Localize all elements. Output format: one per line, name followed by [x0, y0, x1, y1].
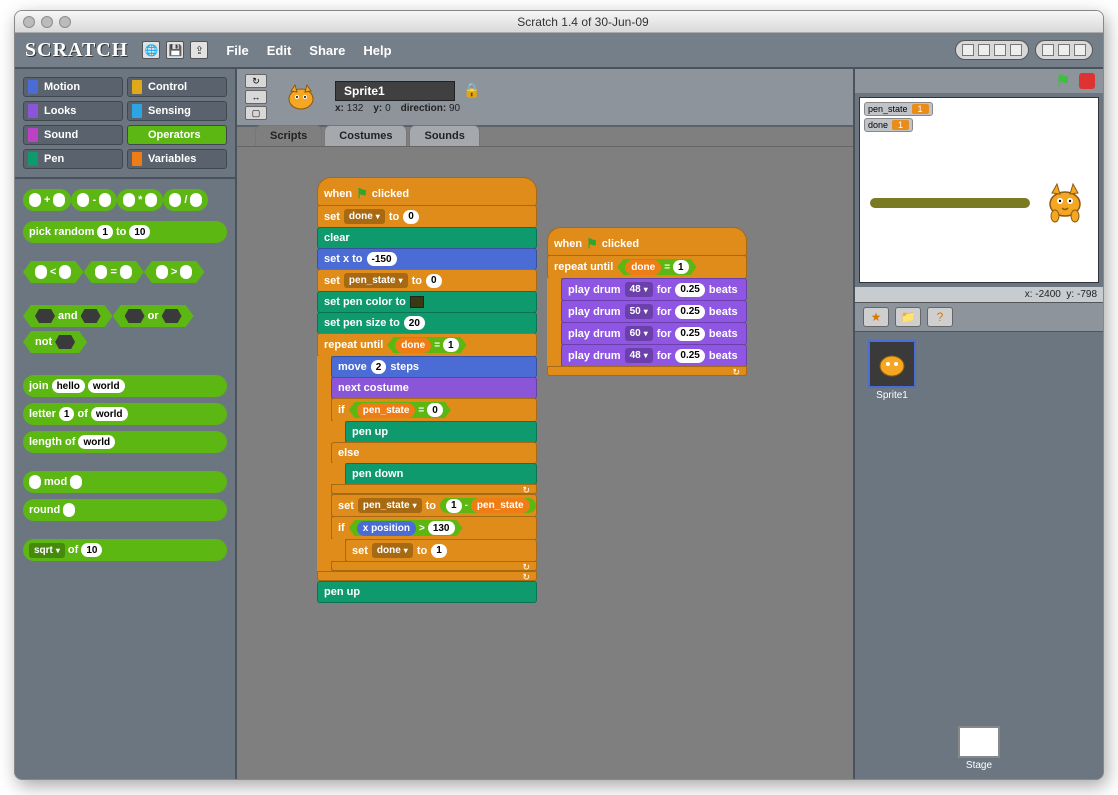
hat-flag-clicked: when⚑clicked	[317, 177, 537, 206]
script-stack-1[interactable]: when⚑clicked setdoneto0 clear set x to-1…	[317, 177, 537, 602]
tab-sounds[interactable]: Sounds	[409, 125, 479, 146]
hat-flag-clicked-2: when⚑clicked	[547, 227, 747, 256]
menus: File Edit Share Help	[226, 43, 391, 58]
script-area[interactable]: when⚑clicked setdoneto0 clear set x to-1…	[237, 146, 853, 779]
stamp-tools[interactable]	[955, 40, 1029, 60]
play-drum-block[interactable]: play drum48for0.25beats	[561, 344, 747, 367]
op-+-block[interactable]: +	[23, 189, 71, 211]
mouse-coords: x: -2400 y: -798	[855, 287, 1103, 302]
menu-edit[interactable]: Edit	[267, 43, 292, 58]
stop-icon[interactable]	[1079, 73, 1095, 89]
block-palette: + - * / pick random 1 to 10 < = > and or…	[15, 179, 235, 779]
category-control[interactable]: Control	[127, 77, 227, 97]
stage[interactable]: pen_state1 done1	[859, 97, 1099, 283]
window-controls	[23, 16, 71, 28]
close-icon[interactable]	[23, 16, 35, 28]
pick-random-block[interactable]: pick random 1 to 10	[23, 221, 227, 243]
category-grid: MotionControlLooksSensingSoundOperatorsP…	[15, 69, 235, 179]
menu-file[interactable]: File	[226, 43, 248, 58]
op---block[interactable]: -	[71, 189, 117, 211]
category-variables[interactable]: Variables	[127, 149, 227, 169]
sprite-item-sprite1[interactable]: Sprite1	[863, 340, 921, 401]
sprite-item-stage[interactable]: Stage	[950, 726, 1008, 771]
join-block[interactable]: join hello world	[23, 375, 227, 397]
menubar: SCRATCH 🌐 💾 ⇪ File Edit Share Help	[15, 33, 1103, 69]
window-title: Scratch 1.4 of 30-Jun-09	[71, 15, 1095, 29]
stage-sprite-cat[interactable]	[1040, 176, 1090, 231]
rotate-none-icon[interactable]: ▢	[245, 106, 267, 120]
rotate-any-icon[interactable]: ↻	[245, 74, 267, 88]
app-window: Scratch 1.4 of 30-Jun-09 SCRATCH 🌐 💾 ⇪ F…	[14, 10, 1104, 780]
play-drum-block[interactable]: play drum60for0.25beats	[561, 322, 747, 345]
and-block[interactable]: and	[23, 305, 113, 327]
random-sprite-icon[interactable]: ?	[927, 307, 953, 327]
tab-scripts[interactable]: Scripts	[255, 125, 322, 146]
category-motion[interactable]: Motion	[23, 77, 123, 97]
green-flag-icon[interactable]: ⚑	[1055, 71, 1071, 92]
cmp-=-block[interactable]: =	[83, 261, 143, 283]
view-tools[interactable]	[1035, 40, 1093, 60]
menu-help[interactable]: Help	[363, 43, 391, 58]
right-column: ⚑ pen_state1 done1 x: -2400 y: -798	[855, 69, 1103, 779]
sprite-name-input[interactable]: Sprite1	[335, 81, 455, 101]
round-block[interactable]: round	[23, 499, 227, 521]
category-sensing[interactable]: Sensing	[127, 101, 227, 121]
mod-block[interactable]: mod	[23, 471, 227, 493]
category-operators[interactable]: Operators	[127, 125, 227, 145]
cmp-<-block[interactable]: <	[23, 261, 83, 283]
pen-color-swatch[interactable]	[410, 296, 424, 308]
minimize-icon[interactable]	[41, 16, 53, 28]
not-block[interactable]: not	[23, 331, 87, 353]
monitor-pen-state: pen_state1	[864, 102, 933, 116]
save-icon[interactable]: 💾	[166, 41, 184, 59]
lock-icon[interactable]: 🔒	[463, 82, 480, 99]
tabs: Scripts Costumes Sounds	[237, 125, 853, 146]
letter-of-block[interactable]: letter 1 of world	[23, 403, 227, 425]
mathop-block[interactable]: sqrt of 10	[23, 539, 227, 561]
new-sprite-bar: ★ 📁 ?	[855, 302, 1103, 332]
category-sound[interactable]: Sound	[23, 125, 123, 145]
monitor-done: done1	[864, 118, 913, 132]
category-pen[interactable]: Pen	[23, 149, 123, 169]
palette-column: MotionControlLooksSensingSoundOperatorsP…	[15, 69, 237, 779]
center-column: ↻ ↔ ▢ Sprite1 🔒 x: 132 y: 0 direction:	[237, 69, 855, 779]
rotate-lr-icon[interactable]: ↔	[245, 90, 267, 104]
play-drum-block[interactable]: play drum48for0.25beats	[561, 278, 747, 301]
globe-icon[interactable]: 🌐	[142, 41, 160, 59]
zoom-icon[interactable]	[59, 16, 71, 28]
cmp->-block[interactable]: >	[144, 261, 204, 283]
tab-costumes[interactable]: Costumes	[324, 125, 407, 146]
script-stack-2[interactable]: when⚑clicked repeat until done=1 play dr…	[547, 227, 747, 376]
paint-sprite-icon[interactable]: ★	[863, 307, 889, 327]
choose-sprite-icon[interactable]: 📁	[895, 307, 921, 327]
sprite-thumbnail	[277, 73, 325, 121]
sprite-header: ↻ ↔ ▢ Sprite1 🔒 x: 132 y: 0 direction:	[237, 69, 853, 127]
sprite-list: Sprite1	[855, 332, 1103, 718]
or-block[interactable]: or	[113, 305, 194, 327]
logo: SCRATCH	[25, 39, 128, 62]
stage-controls: ⚑	[855, 69, 1103, 93]
share-icon[interactable]: ⇪	[190, 41, 208, 59]
length-of-block[interactable]: length of world	[23, 431, 227, 453]
op-/-block[interactable]: /	[163, 189, 208, 211]
titlebar: Scratch 1.4 of 30-Jun-09	[15, 11, 1103, 33]
menu-share[interactable]: Share	[309, 43, 345, 58]
pen-drawing	[870, 198, 1030, 208]
op-*-block[interactable]: *	[117, 189, 163, 211]
play-drum-block[interactable]: play drum50for0.25beats	[561, 300, 747, 323]
category-looks[interactable]: Looks	[23, 101, 123, 121]
